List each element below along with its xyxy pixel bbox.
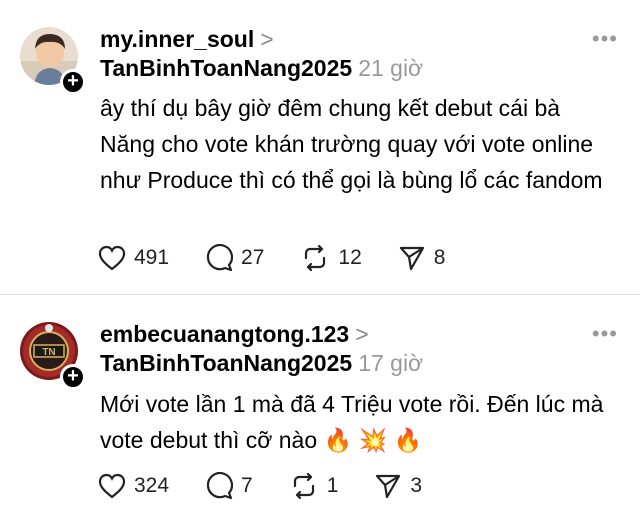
username-row: embecuanangtong.123 > <box>100 321 369 348</box>
chevron-right-icon[interactable]: > <box>355 321 368 347</box>
like-button[interactable]: 324 <box>98 473 169 499</box>
share-button[interactable]: 3 <box>374 472 422 500</box>
comment-button[interactable]: 7 <box>205 472 253 500</box>
comment-button[interactable]: 27 <box>205 244 264 272</box>
avatar[interactable]: TN + <box>20 322 86 390</box>
username-row: my.inner_soul > <box>100 26 274 53</box>
comment-icon <box>206 472 234 500</box>
avatar[interactable]: + <box>20 27 86 95</box>
repost-count: 12 <box>338 246 362 269</box>
chevron-right-icon[interactable]: > <box>260 26 273 52</box>
comment-count: 7 <box>241 474 253 497</box>
share-count: 8 <box>433 246 446 269</box>
svg-text:TN: TN <box>42 347 55 358</box>
post-text: Mới vote lần 1 mà đã 4 Triệu vote rồi. Đ… <box>100 391 604 453</box>
follow-plus-icon[interactable]: + <box>60 69 86 95</box>
send-icon <box>399 246 424 271</box>
repost-button[interactable]: 12 <box>300 244 362 272</box>
comment-icon <box>206 244 234 272</box>
like-count: 491 <box>134 246 170 269</box>
more-options-button[interactable]: ••• <box>592 26 618 52</box>
action-bar: 491 27 12 8 <box>98 244 481 272</box>
heart-icon <box>98 245 126 271</box>
more-options-button[interactable]: ••• <box>592 321 618 347</box>
username[interactable]: embecuanangtong.123 <box>100 321 349 347</box>
post-text: ây thí dụ bây giờ đêm chung kết debut cá… <box>100 95 603 193</box>
share-button[interactable]: 8 <box>398 244 446 272</box>
repost-icon <box>293 472 314 500</box>
repost-count: 1 <box>326 474 339 497</box>
like-button[interactable]: 491 <box>98 245 169 271</box>
follow-plus-icon[interactable]: + <box>60 364 86 390</box>
like-count: 324 <box>134 474 170 497</box>
action-bar: 324 7 1 3 <box>98 472 458 500</box>
divider <box>0 294 640 295</box>
tag-row: TanBinhToanNang2025 17 giờ <box>100 350 423 377</box>
repost-button[interactable]: 1 <box>289 472 339 500</box>
topic-tag[interactable]: TanBinhToanNang2025 <box>100 350 352 376</box>
tag-row: TanBinhToanNang2025 21 giờ <box>100 55 423 82</box>
timestamp: 21 giờ <box>358 55 424 81</box>
comment-count: 27 <box>241 246 265 269</box>
timestamp: 17 giờ <box>358 350 424 376</box>
topic-tag[interactable]: TanBinhToanNang2025 <box>100 55 352 81</box>
repost-icon <box>305 244 326 272</box>
heart-icon <box>98 473 126 499</box>
share-count: 3 <box>410 474 423 497</box>
send-icon <box>376 474 401 499</box>
username[interactable]: my.inner_soul <box>100 26 254 52</box>
